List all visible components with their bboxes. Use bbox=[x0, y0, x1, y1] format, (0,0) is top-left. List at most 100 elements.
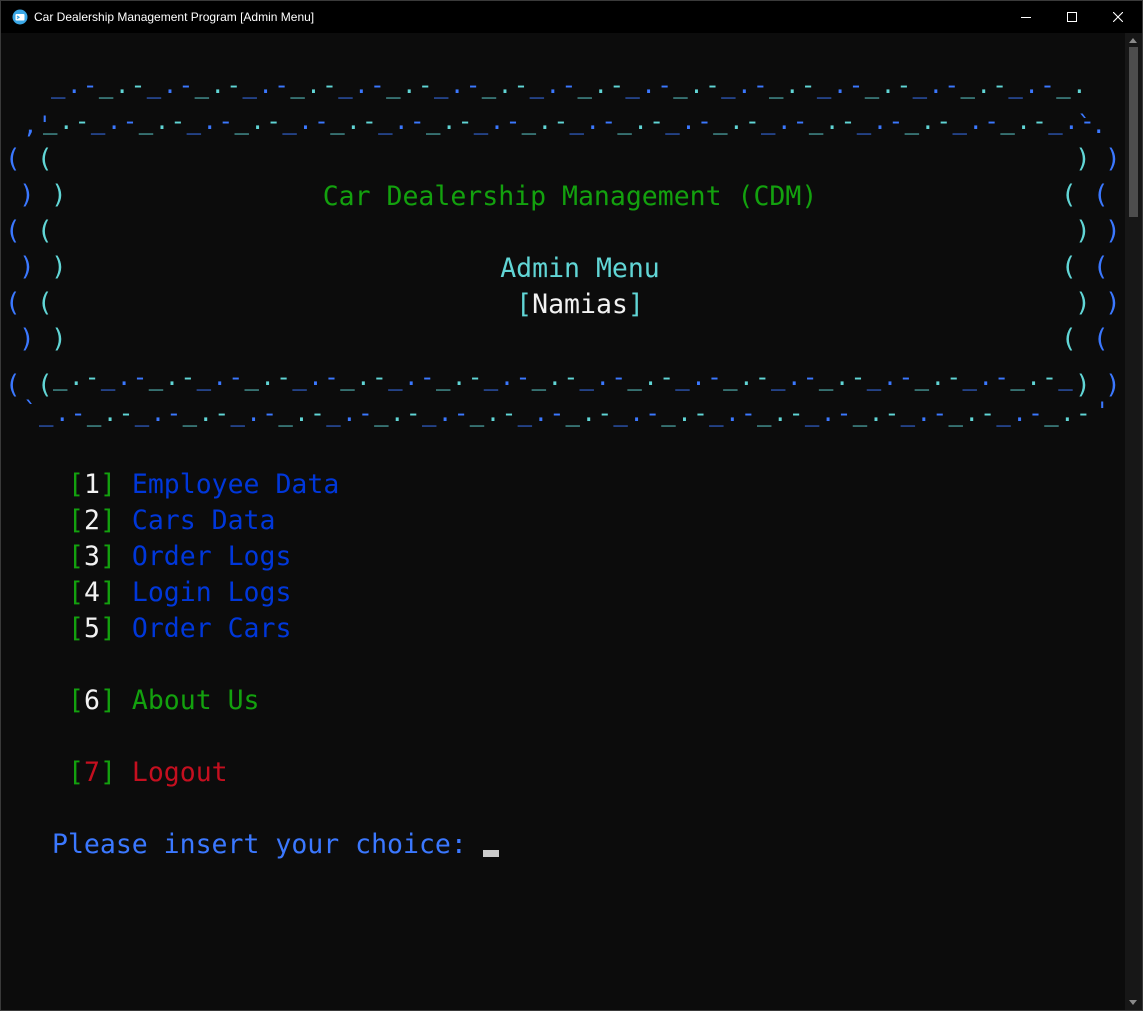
minimize-button[interactable] bbox=[1003, 1, 1049, 33]
svg-text:_: _ bbox=[436, 363, 451, 391]
menu-label: Logout bbox=[131, 757, 228, 788]
svg-text:-: - bbox=[789, 399, 803, 427]
svg-text:-: - bbox=[274, 71, 288, 99]
svg-text:.: . bbox=[538, 107, 552, 135]
svg-text:_: _ bbox=[713, 107, 728, 135]
svg-text:_: _ bbox=[482, 71, 497, 99]
svg-text:_: _ bbox=[901, 399, 916, 427]
svg-text:.: . bbox=[534, 399, 548, 427]
svg-text:.: . bbox=[931, 363, 945, 391]
svg-text:-: - bbox=[179, 71, 193, 99]
svg-text:.: . bbox=[354, 71, 368, 99]
menu-key: 6 bbox=[83, 685, 100, 716]
svg-text:.: . bbox=[737, 71, 751, 99]
svg-text:.: . bbox=[151, 399, 165, 427]
svg-text:-: - bbox=[370, 71, 384, 99]
svg-text:-: - bbox=[659, 363, 673, 391]
minimize-icon bbox=[1021, 17, 1031, 18]
svg-text:.: . bbox=[356, 363, 370, 391]
svg-text:-: - bbox=[372, 363, 386, 391]
svg-text:.: . bbox=[294, 399, 308, 427]
maximize-button[interactable] bbox=[1049, 1, 1095, 33]
svg-text:_: _ bbox=[532, 363, 547, 391]
svg-text:-: - bbox=[693, 399, 707, 427]
menu-label: Order Cars bbox=[131, 613, 292, 644]
svg-text:.: . bbox=[964, 399, 978, 427]
console-output[interactable]: _. - _. - _. - _. - _. - _. - _. - _. - _. - _. - _. - _. - _. - _… bbox=[1, 33, 1125, 1010]
menu-item-logout[interactable]: [7] Logout bbox=[68, 755, 228, 791]
svg-text:-: - bbox=[841, 107, 855, 135]
svg-text:.: . bbox=[117, 363, 131, 391]
svg-text:): ) bbox=[1075, 144, 1091, 174]
svg-text:_: _ bbox=[474, 107, 489, 135]
svg-text:-: - bbox=[406, 399, 420, 427]
svg-text:.: . bbox=[1024, 71, 1038, 99]
svg-text:-: - bbox=[516, 363, 530, 391]
svg-text:.: . bbox=[633, 107, 647, 135]
terminal-app-icon bbox=[12, 9, 28, 25]
svg-text:.: . bbox=[869, 399, 883, 427]
svg-text:.: . bbox=[69, 363, 83, 391]
svg-text:_: _ bbox=[230, 399, 245, 427]
menu-item-order-cars[interactable]: [5] Order Cars bbox=[68, 611, 291, 647]
svg-text:.: . bbox=[404, 363, 418, 391]
svg-text:-: - bbox=[133, 363, 147, 391]
scroll-down-icon[interactable] bbox=[1129, 1000, 1137, 1005]
svg-text:_: _ bbox=[282, 107, 297, 135]
svg-text:_: _ bbox=[665, 107, 680, 135]
svg-text:.: . bbox=[548, 363, 562, 391]
menu-key: 2 bbox=[83, 505, 100, 536]
svg-text:_: _ bbox=[234, 107, 249, 135]
svg-text:-: - bbox=[119, 399, 133, 427]
vertical-scrollbar[interactable] bbox=[1125, 33, 1142, 1010]
svg-text:-: - bbox=[75, 107, 89, 135]
svg-text:.: . bbox=[917, 399, 931, 427]
svg-text:_: _ bbox=[580, 363, 595, 391]
svg-text:-: - bbox=[947, 363, 961, 391]
svg-text:_: _ bbox=[570, 107, 585, 135]
svg-text:_: _ bbox=[470, 399, 485, 427]
svg-text:_: _ bbox=[1000, 107, 1015, 135]
svg-text:.: . bbox=[835, 363, 849, 391]
svg-text:-: - bbox=[229, 363, 243, 391]
menu-label: Login Logs bbox=[131, 577, 292, 608]
svg-text:.: . bbox=[115, 71, 129, 99]
menu-item-cars-data[interactable]: [2] Cars Data bbox=[68, 503, 275, 539]
svg-text:.: . bbox=[308, 363, 322, 391]
svg-text:(: ( bbox=[1061, 324, 1077, 354]
svg-text:-: - bbox=[227, 71, 241, 99]
menu-item-login-logs[interactable]: [4] Login Logs bbox=[68, 575, 291, 611]
banner-subtitle: Admin Menu bbox=[500, 253, 660, 284]
svg-text:.: . bbox=[881, 71, 895, 99]
svg-text:_: _ bbox=[819, 363, 834, 391]
svg-text:.: . bbox=[155, 107, 169, 135]
svg-text:.: . bbox=[442, 107, 456, 135]
svg-text:-: - bbox=[705, 71, 719, 99]
svg-text:-: - bbox=[562, 71, 576, 99]
scroll-up-icon[interactable] bbox=[1129, 38, 1137, 43]
svg-text:-: - bbox=[262, 399, 276, 427]
svg-text:-: - bbox=[310, 399, 324, 427]
svg-text:.: . bbox=[1012, 399, 1026, 427]
svg-text:_: _ bbox=[522, 107, 537, 135]
svg-text:_: _ bbox=[817, 71, 832, 99]
svg-text:_: _ bbox=[721, 71, 736, 99]
svg-text:_: _ bbox=[326, 399, 341, 427]
svg-text:.: . bbox=[825, 107, 839, 135]
svg-text:-: - bbox=[266, 107, 280, 135]
svg-text:-: - bbox=[937, 107, 951, 135]
svg-text:-: - bbox=[131, 71, 145, 99]
svg-text:_: _ bbox=[709, 399, 724, 427]
svg-text:.: . bbox=[883, 363, 897, 391]
scroll-thumb[interactable] bbox=[1129, 47, 1138, 217]
menu-item-order-logs[interactable]: [3] Order Logs bbox=[68, 539, 291, 575]
menu-item-employee-data[interactable]: [1] Employee Data bbox=[68, 467, 339, 503]
menu-item-about-us[interactable]: [6] About Us bbox=[68, 683, 260, 719]
title-bar[interactable]: Car Dealership Management Program [Admin… bbox=[1, 1, 1142, 33]
svg-text:.: . bbox=[438, 399, 452, 427]
svg-text:.: . bbox=[681, 107, 695, 135]
close-button[interactable] bbox=[1095, 1, 1141, 33]
svg-text:_: _ bbox=[913, 71, 928, 99]
choice-prompt[interactable]: Please insert your choice: bbox=[52, 827, 499, 863]
menu-label: Order Logs bbox=[131, 541, 292, 572]
